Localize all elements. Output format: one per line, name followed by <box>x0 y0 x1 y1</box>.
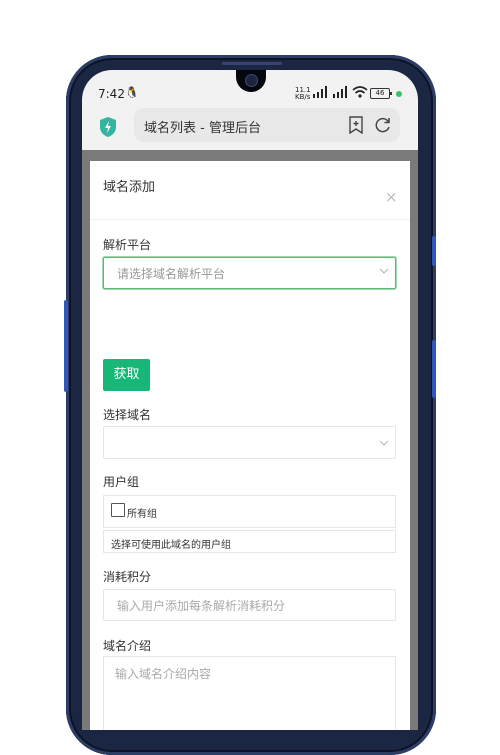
phone-screen: 7:42 🐧 11.1 KB/s 46 域名列表 - 管理后台 域名添加 × 解… <box>82 70 418 730</box>
fetch-button[interactable]: 获取 <box>103 359 150 391</box>
volume-button <box>432 236 436 266</box>
modal-title: 域名添加 <box>103 180 156 195</box>
all-groups-checkbox[interactable] <box>111 503 125 517</box>
intro-label: 域名介绍 <box>103 639 152 653</box>
all-groups-label[interactable]: 所有组 <box>127 505 157 520</box>
page-title: 域名列表 - 管理后台 <box>144 121 261 136</box>
front-camera <box>245 74 258 87</box>
net-speed: 11.1 KB/s <box>295 87 311 101</box>
side-button <box>64 300 68 392</box>
close-icon[interactable]: × <box>385 188 398 206</box>
speaker-grille <box>222 62 282 65</box>
group-hint: 选择可使用此域名的用户组 <box>103 530 396 553</box>
wifi-icon <box>352 86 368 98</box>
chevron-down-icon <box>379 440 389 446</box>
points-label: 消耗积分 <box>103 570 152 584</box>
points-input[interactable]: 输入用户添加每条解析消耗积分 <box>103 589 396 621</box>
points-placeholder: 输入用户添加每条解析消耗积分 <box>117 599 286 613</box>
intro-placeholder: 输入域名介绍内容 <box>115 667 212 681</box>
battery-level: 46 <box>375 89 385 97</box>
power-button <box>432 340 436 398</box>
group-hint-text: 选择可使用此域名的用户组 <box>111 540 231 551</box>
bookmark-icon[interactable] <box>348 116 364 134</box>
address-bar[interactable]: 域名列表 - 管理后台 <box>134 108 400 142</box>
intro-textarea[interactable]: 输入域名介绍内容 <box>103 656 396 730</box>
signal-icon <box>313 86 327 98</box>
domain-select[interactable] <box>103 426 396 459</box>
qq-penguin-icon: 🐧 <box>125 86 139 99</box>
chevron-down-icon <box>379 268 389 274</box>
domain-add-modal: 域名添加 × 解析平台 请选择域名解析平台 获取 选择域名 用户组 所有组 选择… <box>90 161 410 730</box>
platform-select[interactable]: 请选择域名解析平台 <box>103 257 396 289</box>
group-label: 用户组 <box>103 475 140 489</box>
status-time: 7:42 <box>98 87 125 101</box>
battery-icon: 46 <box>370 88 392 99</box>
platform-label: 解析平台 <box>103 238 152 252</box>
domain-label: 选择域名 <box>103 408 152 422</box>
divider <box>90 219 410 220</box>
platform-placeholder: 请选择域名解析平台 <box>117 267 226 281</box>
net-speed-unit: KB/s <box>295 93 311 101</box>
signal-icon <box>333 86 347 98</box>
shield-icon[interactable] <box>98 116 118 138</box>
group-box: 所有组 <box>103 495 396 528</box>
status-dot <box>396 91 402 97</box>
reload-icon[interactable] <box>374 116 392 134</box>
